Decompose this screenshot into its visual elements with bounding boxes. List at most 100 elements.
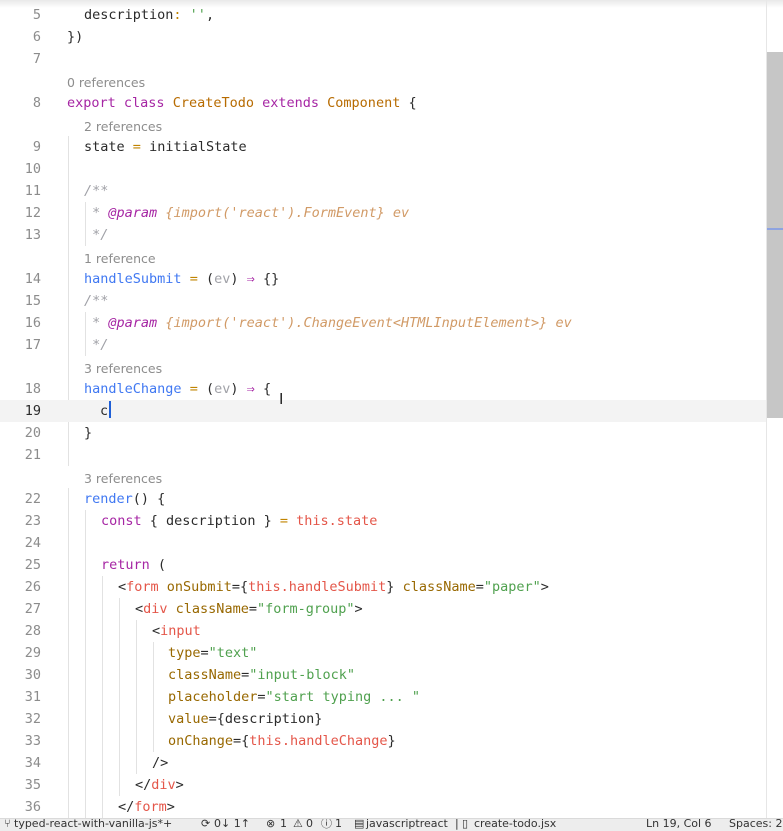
code-token: } xyxy=(387,733,396,749)
code-token: render xyxy=(84,491,133,507)
code-token: = xyxy=(189,271,198,287)
code-token: form xyxy=(134,799,167,815)
code-token: form xyxy=(126,579,159,595)
line-number: 12 xyxy=(24,205,41,221)
code-line[interactable]: 7 xyxy=(0,48,766,70)
code-token: this xyxy=(296,513,329,529)
code-token: { description } xyxy=(149,513,272,529)
code-line[interactable]: 8 export class CreateTodo extends Compon… xyxy=(0,92,766,114)
code-token: }) xyxy=(67,29,84,45)
code-token: description xyxy=(84,7,174,23)
warning-count[interactable]: 0 xyxy=(306,819,313,831)
code-token: export xyxy=(67,95,116,111)
code-token: </ xyxy=(118,799,135,815)
code-token: handleChange xyxy=(84,381,182,397)
code-token: return xyxy=(101,557,150,573)
code-token: ev xyxy=(392,205,410,221)
code-token: () { xyxy=(132,491,166,507)
code-line[interactable]: 31 placeholder="start typing ... " xyxy=(0,686,766,708)
indentation[interactable]: Spaces: 2 xyxy=(729,819,782,831)
line-number: 9 xyxy=(32,139,41,155)
code-line[interactable]: 34 /> xyxy=(0,752,766,774)
code-token: "form-group" xyxy=(256,601,355,617)
code-line[interactable]: 21 xyxy=(0,444,766,466)
code-line[interactable]: 28 <input xyxy=(0,620,766,642)
code-line[interactable]: 33 onChange={this.handleChange} xyxy=(0,730,766,752)
code-line[interactable]: 30 className="input-block" xyxy=(0,664,766,686)
code-token: ( xyxy=(205,271,215,287)
code-line[interactable]: 10 xyxy=(0,158,766,180)
code-token: div xyxy=(151,777,176,793)
code-line[interactable]: 36 </form> xyxy=(0,796,766,818)
code-token: const xyxy=(101,513,142,529)
code-line[interactable]: 17 */ xyxy=(0,334,766,356)
cursor-position[interactable]: Ln 19, Col 6 xyxy=(646,819,712,831)
code-token: className xyxy=(402,579,476,595)
line-number: 11 xyxy=(24,183,41,199)
code-lens-references[interactable]: 0 references xyxy=(67,72,145,94)
code-lens-references[interactable]: 3 references xyxy=(84,468,162,490)
code-line[interactable]: 29 type="text" xyxy=(0,642,766,664)
line-number: 13 xyxy=(24,227,41,243)
line-number: 22 xyxy=(24,491,41,507)
code-token: "input-block" xyxy=(249,667,355,683)
vertical-scrollbar-thumb[interactable] xyxy=(767,52,783,418)
code-token: state xyxy=(84,139,125,155)
code-line[interactable]: 25 return ( xyxy=(0,554,766,576)
info-count[interactable]: 1 xyxy=(335,819,342,831)
code-token: ={ xyxy=(231,579,249,595)
code-line[interactable]: 9 state = initialState xyxy=(0,136,766,158)
code-token: ={description} xyxy=(208,711,323,727)
code-token: ) xyxy=(230,381,239,397)
code-token: .handleChange xyxy=(281,733,388,749)
code-line[interactable]: 15 /** xyxy=(0,290,766,312)
code-line[interactable]: 22 render() { xyxy=(0,488,766,510)
code-lens-references[interactable]: 2 references xyxy=(84,116,162,138)
text-cursor xyxy=(109,401,112,418)
code-line[interactable]: 6 }) xyxy=(0,26,766,48)
code-token: /> xyxy=(152,755,169,771)
line-number: 15 xyxy=(24,293,41,309)
code-line[interactable]: 12 * @param {import('react').FormEvent} … xyxy=(0,202,766,224)
code-token: className xyxy=(168,667,242,683)
code-lens-references[interactable]: 1 reference xyxy=(84,248,156,270)
code-line[interactable]: 24 xyxy=(0,532,766,554)
code-lens-references[interactable]: 3 references xyxy=(84,358,162,380)
code-token: placeholder xyxy=(168,689,258,705)
code-token: handleSubmit xyxy=(84,271,182,287)
code-line[interactable]: 27 <div className="form-group"> xyxy=(0,598,766,620)
sync-status[interactable]: 0↓ 1↑ xyxy=(214,819,250,831)
code-line[interactable]: 14 handleSubmit = (ev) ⇒ {} xyxy=(0,268,766,290)
code-line[interactable]: 13 */ xyxy=(0,224,766,246)
current-line[interactable]: 19 c xyxy=(0,400,766,422)
code-line[interactable]: 23 const { description } = this.state xyxy=(0,510,766,532)
code-line[interactable]: 20 } xyxy=(0,422,766,444)
code-token: ev xyxy=(214,271,231,287)
i-beam-cursor-icon: I xyxy=(279,390,284,408)
language-mode[interactable]: javascriptreact xyxy=(366,819,448,831)
code-token: onChange xyxy=(168,733,234,749)
code-token: {import('react').ChangeEvent<HTMLInputEl… xyxy=(165,315,548,331)
code-editor[interactable]: 5 description: '', 6 }) 7 0 references 8… xyxy=(0,0,783,818)
code-line[interactable]: 11 /** xyxy=(0,180,766,202)
code-token: CreateTodo xyxy=(172,95,254,111)
error-count[interactable]: 1 xyxy=(280,819,287,831)
code-line[interactable]: 16 * @param {import('react').ChangeEvent… xyxy=(0,312,766,334)
code-line[interactable]: 32 value={description} xyxy=(0,708,766,730)
code-token: ) xyxy=(230,271,239,287)
code-line[interactable]: 18 handleChange = (ev) ⇒ { xyxy=(0,378,766,400)
code-token: "start typing ... " xyxy=(265,689,420,705)
error-icon: ⊗ xyxy=(266,818,276,830)
git-branch-label[interactable]: typed-react-with-vanilla-js*+ xyxy=(14,819,172,831)
code-line[interactable]: 35 </div> xyxy=(0,774,766,796)
code-token: > xyxy=(166,799,175,815)
status-separator: | xyxy=(455,818,459,830)
line-number: 10 xyxy=(24,161,41,177)
code-token: ( xyxy=(157,557,167,573)
code-token: = xyxy=(279,513,288,529)
line-number: 19 xyxy=(24,403,41,419)
code-token: > xyxy=(354,601,363,617)
code-token: * xyxy=(84,205,109,221)
code-line[interactable]: 26 <form onSubmit={this.handleSubmit} cl… xyxy=(0,576,766,598)
file-name[interactable]: create-todo.jsx xyxy=(474,819,556,831)
